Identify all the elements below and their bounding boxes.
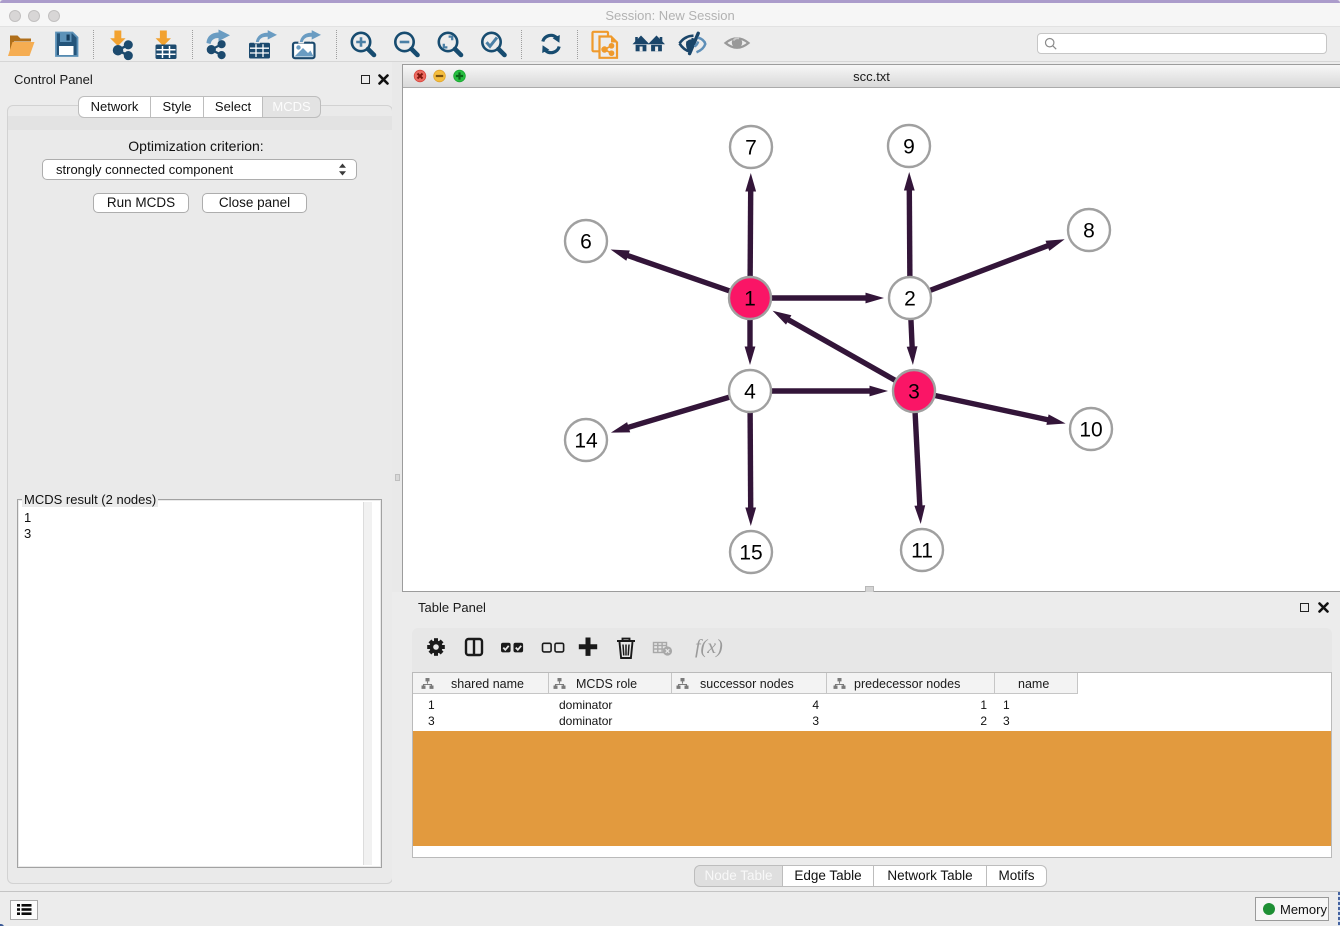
svg-text:2: 2	[904, 288, 916, 311]
svg-text:9: 9	[903, 136, 915, 159]
svg-text:10: 10	[1079, 419, 1102, 442]
svg-text:7: 7	[745, 137, 757, 160]
svg-text:3: 3	[908, 381, 920, 404]
svg-text:6: 6	[580, 231, 592, 254]
svg-text:1: 1	[744, 288, 756, 311]
svg-text:15: 15	[739, 542, 762, 565]
svg-text:11: 11	[911, 540, 933, 563]
svg-text:14: 14	[574, 430, 598, 453]
svg-text:4: 4	[744, 381, 756, 404]
svg-text:8: 8	[1083, 220, 1095, 243]
svg-text:f(x): f(x)	[695, 636, 723, 658]
